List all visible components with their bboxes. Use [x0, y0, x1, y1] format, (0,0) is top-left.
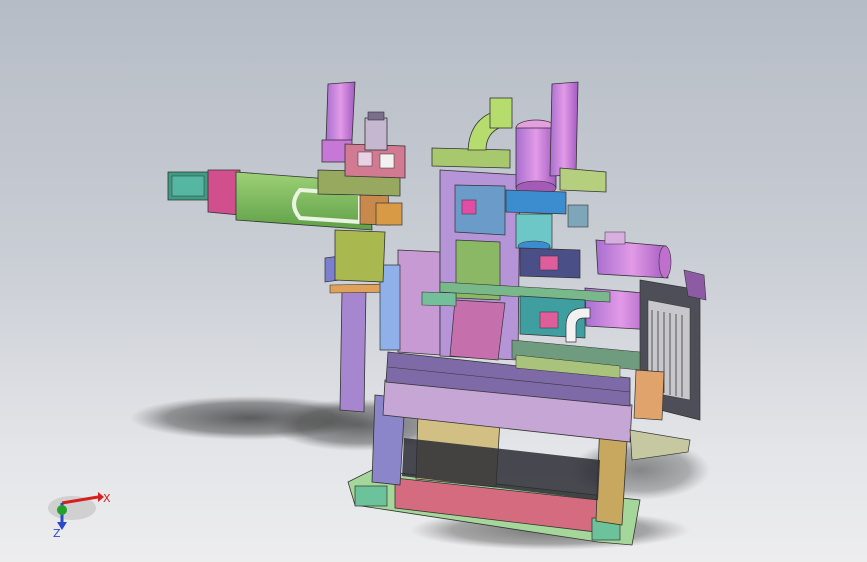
cad-viewport[interactable]: X Z	[0, 0, 867, 562]
axis-triad: X Z	[48, 492, 111, 540]
x-axis-label: X	[103, 492, 111, 505]
y-axis-marker	[57, 505, 67, 515]
z-axis-label: Z	[53, 527, 61, 540]
